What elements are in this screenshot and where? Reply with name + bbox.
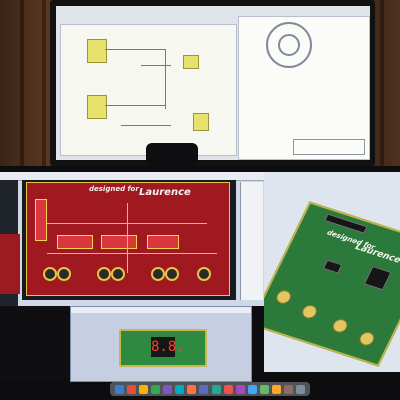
seven-segment-display: 8.8. [151,337,185,357]
viewer-titlebar[interactable] [71,307,251,313]
pcb-trace [47,253,217,254]
schematic-sheet [60,24,237,156]
desk-photo: designed for Laurence designed for Laure… [0,0,400,400]
schematic-wire [105,105,165,106]
schematic-ic [87,39,107,63]
wood-panel-seam [20,0,24,170]
pcb-pad [165,267,179,281]
board-silkscreen-name: Laurence [353,242,400,266]
dock-app-icon[interactable] [235,384,245,394]
wood-panel-seam [380,0,384,170]
title-block [293,139,365,155]
schematic-ic [87,95,107,119]
dock-app-icon[interactable] [138,384,148,394]
pcb-pad [57,267,71,281]
pcb-editor-screen: designed for Laurence [0,172,264,306]
pcb-component [147,235,179,249]
schematic-wire [121,125,171,126]
dock-app-icon[interactable] [247,384,257,394]
pcb-pad [111,267,125,281]
display-board-viewer: 8.8. [70,306,252,382]
3d-viewer-screen: designed for Laurence [264,172,400,372]
display-board: 8.8. [119,329,207,367]
wood-panel-seam [42,0,46,170]
webcam [146,143,198,165]
dock-app-icon[interactable] [211,384,221,394]
connector-drawing [266,22,312,68]
dock-app-icon[interactable] [284,384,294,394]
dock-app-icon[interactable] [260,384,270,394]
schematic-wire [105,49,165,50]
board-silkscreen-name: Laurence [139,187,191,198]
pcb-pad [97,267,111,281]
side-screen-preview [0,234,20,294]
pcb-canvas[interactable]: designed for Laurence [22,180,236,300]
dock-app-icon[interactable] [175,384,185,394]
dock-app-icon[interactable] [296,384,306,394]
pcb-component [101,235,137,249]
schematic-screen [56,6,370,160]
pcb-pad [197,267,211,281]
pcb-board: designed for Laurence [26,182,230,296]
side-screen [0,306,70,380]
pcb-header [35,199,47,241]
3d-pad [357,330,377,348]
schematic-ic [183,55,199,69]
dock-app-icon[interactable] [187,384,197,394]
3d-pad [299,303,320,321]
3d-pad [273,288,294,306]
pcb-pad [151,267,165,281]
dock-app-icon[interactable] [114,384,124,394]
3d-pad [330,317,350,335]
dock-app-icon[interactable] [163,384,173,394]
pcb-component [57,235,93,249]
pcb-pad [43,267,57,281]
dock-app-icon[interactable] [150,384,160,394]
layers-panel[interactable] [240,182,263,300]
dock-app-icon[interactable] [126,384,136,394]
board-silkscreen-text: designed for [89,185,139,193]
dock-app-icon[interactable] [272,384,282,394]
schematic-wire [141,65,171,66]
dock-app-icon[interactable] [199,384,209,394]
3d-component [322,259,343,274]
schematic-wire [165,49,166,109]
3d-pcb-board[interactable]: designed for Laurence [264,201,400,367]
dock-app-icon[interactable] [223,384,233,394]
app-dock [110,382,310,396]
pcb-trace [127,203,128,273]
schematic-ic [193,113,209,131]
3d-microcontroller [363,265,392,291]
